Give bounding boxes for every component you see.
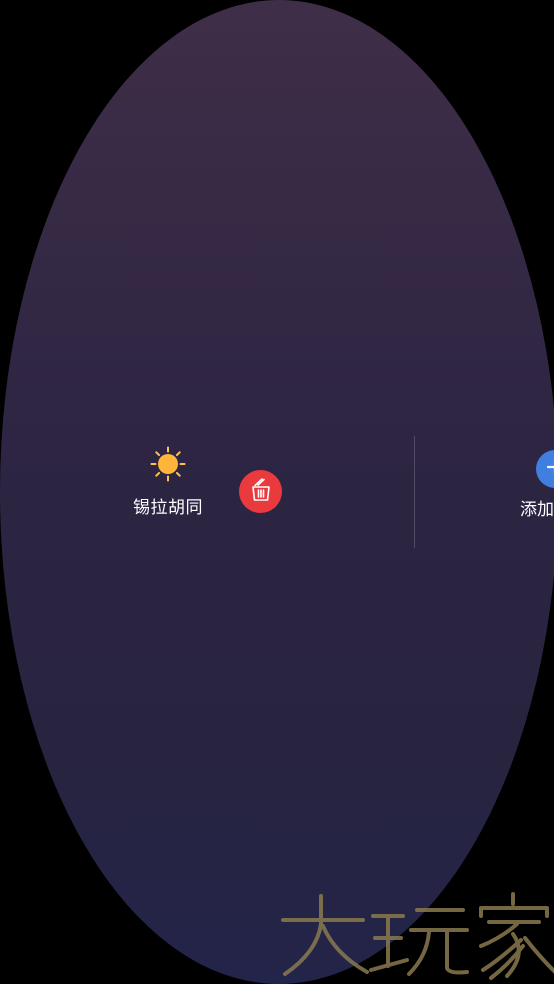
delete-city-button[interactable] <box>239 470 282 513</box>
watch-face-background: 锡拉胡同 添加 <box>0 0 554 984</box>
plus-icon <box>546 458 554 480</box>
add-city-card[interactable]: 添加 <box>505 448 554 528</box>
add-city-button[interactable] <box>536 450 554 488</box>
city-name: 锡拉胡同 <box>133 498 203 518</box>
watermark-graphic <box>281 892 554 980</box>
trash-icon <box>249 477 273 507</box>
add-label: 添加 <box>520 500 554 520</box>
divider <box>414 436 415 548</box>
sun-icon <box>150 446 186 482</box>
screen: 锡拉胡同 添加 <box>0 0 554 984</box>
watermark-logo <box>277 890 554 984</box>
city-card[interactable]: 锡拉胡同 <box>120 444 216 524</box>
